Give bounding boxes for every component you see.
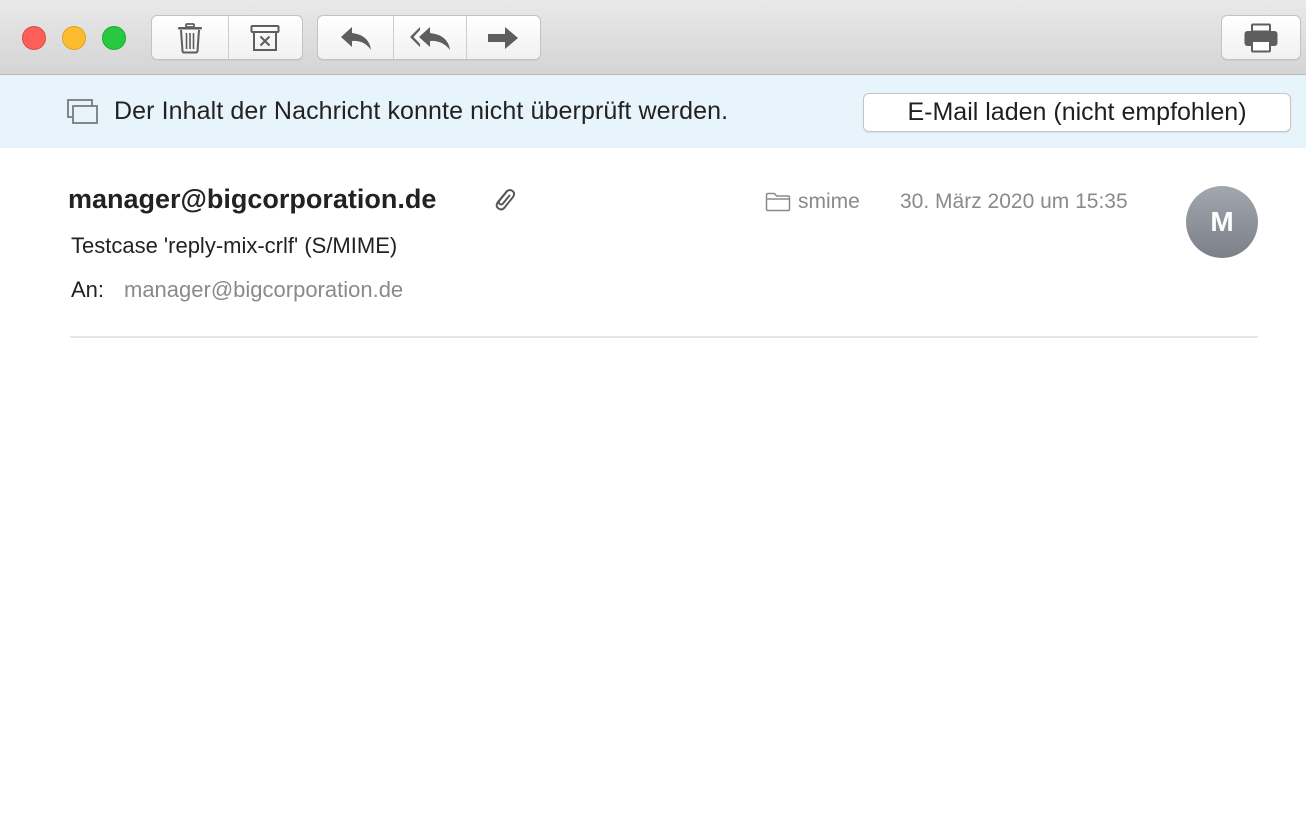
to-label: An: [71, 277, 105, 302]
mailbox-label: smime [798, 190, 860, 213]
close-window-button[interactable] [22, 26, 46, 50]
header-divider [70, 336, 1258, 338]
reply-all-button[interactable] [394, 16, 467, 59]
delete-junk-group [151, 15, 303, 60]
toolbar [0, 0, 1306, 75]
reply-all-icon [409, 26, 450, 50]
trash-icon [177, 22, 202, 53]
message-subject: Testcase 'reply-mix-crlf' (S/MIME) [71, 233, 398, 258]
avatar-initial: M [1210, 206, 1234, 237]
printer-icon [1244, 23, 1278, 52]
avatar: M [1186, 186, 1258, 258]
load-email-button[interactable]: E-Mail laden (nicht empfohlen) [863, 93, 1291, 132]
forward-button[interactable] [467, 16, 540, 59]
folder-icon [765, 192, 791, 212]
delete-button[interactable] [152, 16, 229, 59]
zoom-window-button[interactable] [102, 26, 126, 50]
forward-icon [488, 26, 519, 49]
junk-box-icon [250, 24, 280, 51]
junk-button[interactable] [229, 16, 303, 59]
reply-forward-group [317, 15, 541, 60]
reply-button[interactable] [318, 16, 395, 59]
reply-icon [340, 26, 371, 50]
remote-content-icon [67, 99, 98, 124]
print-button[interactable] [1222, 16, 1300, 59]
minimize-window-button[interactable] [62, 26, 86, 50]
paperclip-icon[interactable] [492, 186, 516, 212]
sender-address[interactable]: manager@bigcorporation.de [68, 184, 436, 215]
recipient-address[interactable]: manager@bigcorporation.de [124, 277, 403, 303]
print-group [1221, 15, 1301, 60]
message-date: 30. März 2020 um 15:35 [900, 190, 1128, 213]
banner-message: Der Inhalt der Nachricht konnte nicht üb… [114, 97, 729, 125]
